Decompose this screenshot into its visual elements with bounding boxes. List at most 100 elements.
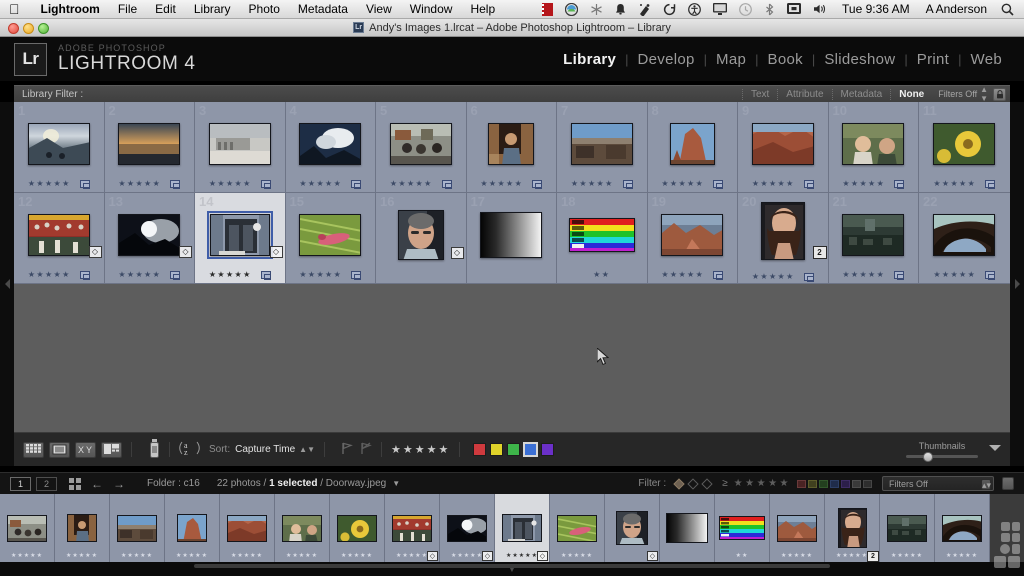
chevron-down-icon[interactable]: ▼ bbox=[392, 479, 400, 488]
star-rating[interactable]: ★★★★★ bbox=[933, 180, 976, 188]
color-filter-none[interactable] bbox=[852, 479, 861, 488]
rating-operator[interactable]: ≥ bbox=[722, 478, 728, 489]
flag-reject-filter-icon[interactable] bbox=[701, 477, 713, 490]
filmstrip[interactable]: ★★★★★ ★★★★★ ★★★★★ ★★★★★ ★★★★★ ★★★★★ ★★★★… bbox=[0, 494, 1024, 562]
star-rating[interactable]: ★★★★★ bbox=[770, 553, 824, 559]
grid-cell-14[interactable]: 14 ◇ ★★★★★ bbox=[195, 193, 286, 284]
crop-badge-icon[interactable] bbox=[803, 180, 814, 189]
thumbnail[interactable] bbox=[919, 119, 1010, 169]
develop-badge-icon[interactable]: ◇ bbox=[647, 551, 658, 561]
grid-cell-21[interactable]: 21 ★★★★★ bbox=[828, 193, 919, 284]
star-rating[interactable]: ★★★★★ bbox=[752, 273, 795, 281]
module-develop[interactable]: Develop bbox=[629, 51, 704, 68]
thumbnail[interactable] bbox=[467, 119, 557, 169]
grid-cell-3[interactable]: 3 ★★★★★ bbox=[195, 102, 286, 193]
color-filter-blue[interactable] bbox=[830, 479, 839, 488]
menu-bar-user[interactable]: A Anderson bbox=[926, 2, 987, 16]
source-folder-label[interactable]: Folder : c16 bbox=[147, 478, 200, 489]
stack-count-badge[interactable]: 2 bbox=[812, 246, 827, 259]
star-rating[interactable]: ★★★★★ bbox=[390, 180, 433, 188]
filmstrip-cell-3[interactable]: ★★★★★ bbox=[110, 494, 165, 562]
grid-cell-16[interactable]: 16 ◇ bbox=[376, 193, 467, 284]
color-filter-purple[interactable] bbox=[841, 479, 850, 488]
develop-badge-icon[interactable]: ◇ bbox=[269, 246, 283, 258]
dropbox-icon[interactable] bbox=[565, 2, 579, 16]
thumbnail[interactable] bbox=[286, 210, 376, 260]
star-rating[interactable]: ★★★★★ bbox=[480, 180, 523, 188]
thumbnail[interactable] bbox=[648, 210, 738, 260]
grid-cell-8[interactable]: 8 ★★★★★ bbox=[647, 102, 738, 193]
thumbnail[interactable] bbox=[557, 119, 647, 169]
minimize-button[interactable] bbox=[23, 23, 34, 34]
filmstrip-cell-16[interactable]: 2 ★★★★★ bbox=[825, 494, 880, 562]
slider-knob[interactable] bbox=[923, 451, 933, 462]
color-label-green[interactable] bbox=[507, 443, 521, 456]
arrow-right-icon[interactable]: → bbox=[113, 477, 125, 491]
arrow-left-icon[interactable]: ← bbox=[91, 477, 103, 491]
sync-icon[interactable] bbox=[663, 3, 676, 16]
search-icon[interactable] bbox=[1001, 3, 1014, 16]
thumbnail[interactable] bbox=[14, 119, 104, 169]
star-rating[interactable]: ★★★★★ bbox=[825, 553, 879, 559]
star-rating[interactable]: ★★★★★ bbox=[571, 180, 614, 188]
module-library[interactable]: Library bbox=[554, 51, 625, 68]
module-book[interactable]: Book bbox=[759, 51, 812, 68]
color-label-red[interactable] bbox=[473, 443, 487, 456]
right-panel-toggle[interactable] bbox=[1010, 102, 1024, 466]
star-rating[interactable]: ★★★★★ bbox=[55, 553, 109, 559]
filmstrip-cell-13[interactable] bbox=[660, 494, 715, 562]
sort-order-az-icon[interactable]: az bbox=[179, 440, 201, 459]
module-web[interactable]: Web bbox=[962, 51, 1011, 68]
bluetooth-icon[interactable] bbox=[764, 3, 775, 16]
color-filter-green[interactable] bbox=[819, 479, 828, 488]
crop-badge-icon[interactable] bbox=[79, 180, 90, 189]
star-rating[interactable]: ★★★★★ bbox=[275, 553, 329, 559]
grid-cell-1[interactable]: 1 ★★★★★ bbox=[14, 102, 105, 193]
crop-badge-icon[interactable] bbox=[351, 271, 362, 280]
star-rating[interactable]: ★★★★★ bbox=[28, 180, 71, 188]
filmstrip-cell-17[interactable]: ★★★★★ bbox=[880, 494, 935, 562]
zoom-button[interactable] bbox=[38, 23, 49, 34]
filmstrip-cell-1[interactable]: ★★★★★ bbox=[0, 494, 55, 562]
thumbnail[interactable]: 2 bbox=[738, 202, 828, 260]
star-rating[interactable]: ★★★★★ bbox=[299, 180, 342, 188]
photo-count-label[interactable]: 22 photos / 1 selected / Doorway.jpeg bbox=[217, 478, 386, 489]
stepper-icon[interactable]: ▲▼ bbox=[299, 445, 315, 454]
menu-item-metadata[interactable]: Metadata bbox=[289, 0, 357, 18]
thumbnail[interactable]: ◇ bbox=[376, 210, 466, 260]
crop-badge-icon[interactable] bbox=[713, 271, 724, 280]
apple-logo-icon[interactable]:  bbox=[9, 2, 20, 16]
module-map[interactable]: Map bbox=[707, 51, 755, 68]
star-rating[interactable]: ★★ bbox=[715, 553, 769, 559]
identity-plate[interactable]: ADOBE PHOTOSHOP LIGHTROOM 4 bbox=[58, 43, 196, 73]
crop-badge-icon[interactable] bbox=[79, 271, 90, 280]
star-rating[interactable]: ★★★★★ bbox=[752, 180, 795, 188]
thumbnail[interactable]: ◇ bbox=[14, 210, 104, 260]
thumbnail[interactable] bbox=[105, 119, 195, 169]
crop-badge-icon[interactable] bbox=[351, 180, 362, 189]
airplay-icon[interactable] bbox=[787, 3, 802, 15]
menu-item-photo[interactable]: Photo bbox=[240, 0, 289, 18]
grid-view-icon[interactable] bbox=[23, 441, 44, 458]
lightroom-badge[interactable]: Lr bbox=[14, 42, 47, 76]
menu-item-window[interactable]: Window bbox=[401, 0, 462, 18]
module-print[interactable]: Print bbox=[908, 51, 958, 68]
color-filter-yellow[interactable] bbox=[808, 479, 817, 488]
develop-badge-icon[interactable]: ◇ bbox=[88, 246, 102, 258]
thumbnail[interactable]: ◇ bbox=[195, 210, 285, 260]
crop-badge-icon[interactable] bbox=[803, 273, 814, 282]
clock-icon[interactable] bbox=[739, 2, 752, 16]
filmstrip-cell-15[interactable]: ★★★★★ bbox=[770, 494, 825, 562]
grid-cell-22[interactable]: 22 ★★★★★ bbox=[919, 193, 1010, 284]
grid-cell-5[interactable]: 5 ★★★★★ bbox=[376, 102, 467, 193]
flag-pick-icon[interactable] bbox=[341, 442, 353, 458]
filmstrip-cell-14[interactable]: ★★ bbox=[715, 494, 770, 562]
crop-badge-icon[interactable] bbox=[532, 180, 543, 189]
grid-cell-19[interactable]: 19 ★★★★★ bbox=[647, 193, 738, 284]
crop-badge-icon[interactable] bbox=[170, 180, 181, 189]
star-rating[interactable]: ★★★★★ bbox=[28, 271, 71, 279]
crop-badge-icon[interactable] bbox=[622, 180, 633, 189]
grid-icon[interactable] bbox=[69, 477, 81, 490]
crop-badge-icon[interactable] bbox=[894, 180, 905, 189]
loupe-view-icon[interactable] bbox=[49, 441, 70, 458]
